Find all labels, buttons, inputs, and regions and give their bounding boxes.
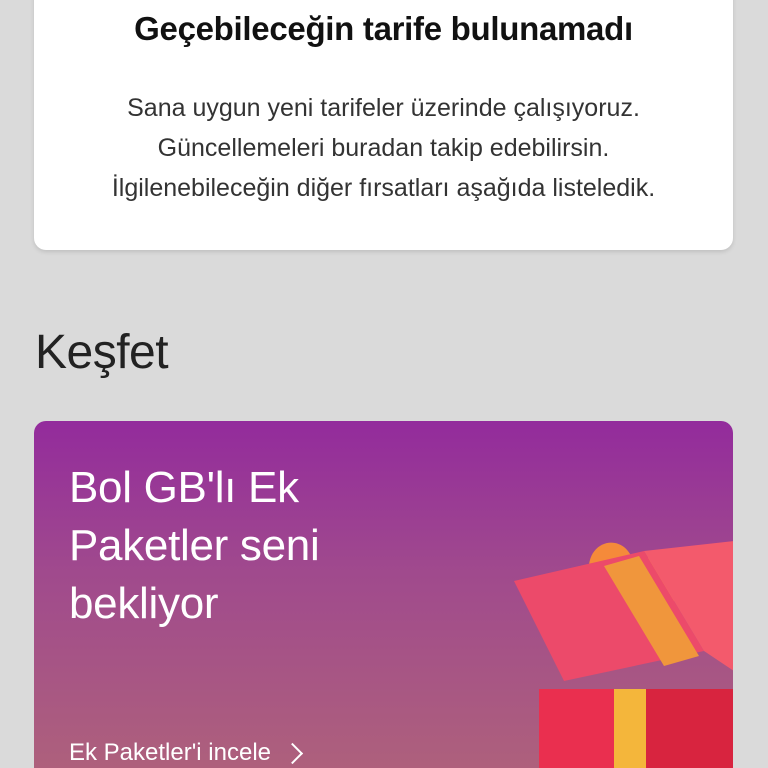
message-line: Sana uygun yeni tarifeler üzerinde çalış… bbox=[127, 94, 640, 122]
message-line: İlgilenebileceğin diğer fırsatları aşağı… bbox=[111, 174, 656, 202]
promo-headline: Bol GB'lı Ek Paketler seni bekliyor bbox=[69, 459, 320, 633]
promo-headline-line: Paketler seni bbox=[69, 521, 320, 570]
extra-packages-link-label: Ek Paketler'i incele bbox=[69, 739, 272, 766]
no-tariff-card: Geçebileceğin tarife bulunamadı Sana uyg… bbox=[34, 0, 733, 250]
no-tariff-message: Sana uygun yeni tarifeler üzerinde çalış… bbox=[34, 88, 733, 208]
extra-packages-link[interactable]: Ek Paketler'i incele bbox=[69, 739, 304, 767]
screen: Geçebileceğin tarife bulunamadı Sana uyg… bbox=[0, 0, 768, 768]
promo-headline-line: bekliyor bbox=[69, 579, 219, 628]
gift-icon bbox=[514, 541, 733, 768]
message-line: Güncellemeleri buradan takip edebilirsin… bbox=[157, 134, 610, 162]
section-title-discover: Keşfet bbox=[35, 326, 169, 379]
no-tariff-title: Geçebileceğin tarife bulunamadı bbox=[134, 10, 633, 47]
chevron-right-icon bbox=[281, 742, 304, 764]
promo-headline-line: Bol GB'lı Ek bbox=[69, 463, 299, 512]
extra-packages-promo-card[interactable]: Bol GB'lı Ek Paketler seni bekliyor Ek P… bbox=[34, 421, 733, 768]
